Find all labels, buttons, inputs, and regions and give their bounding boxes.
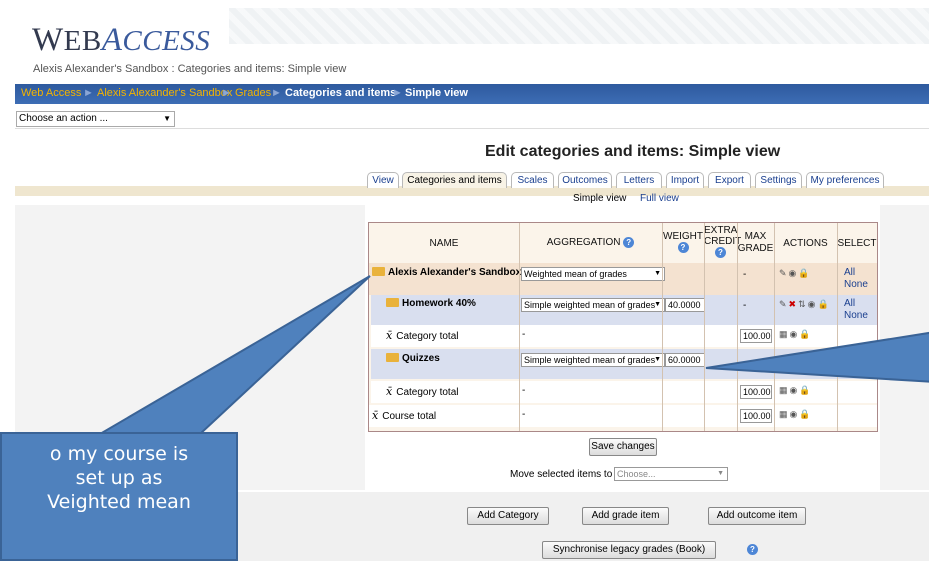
callout-text: o my course is [49,443,189,465]
callout-box: o my course is set up as Veighted mean [0,432,238,561]
callout-pointer-left [96,275,371,435]
callout-text: Veighted mean [47,491,191,513]
screenshot-frame: WEBACCESS Alexis Alexander's Sandbox : C… [0,0,929,561]
callout-text: set up as [75,467,163,489]
callout-pointer-right [705,331,929,383]
